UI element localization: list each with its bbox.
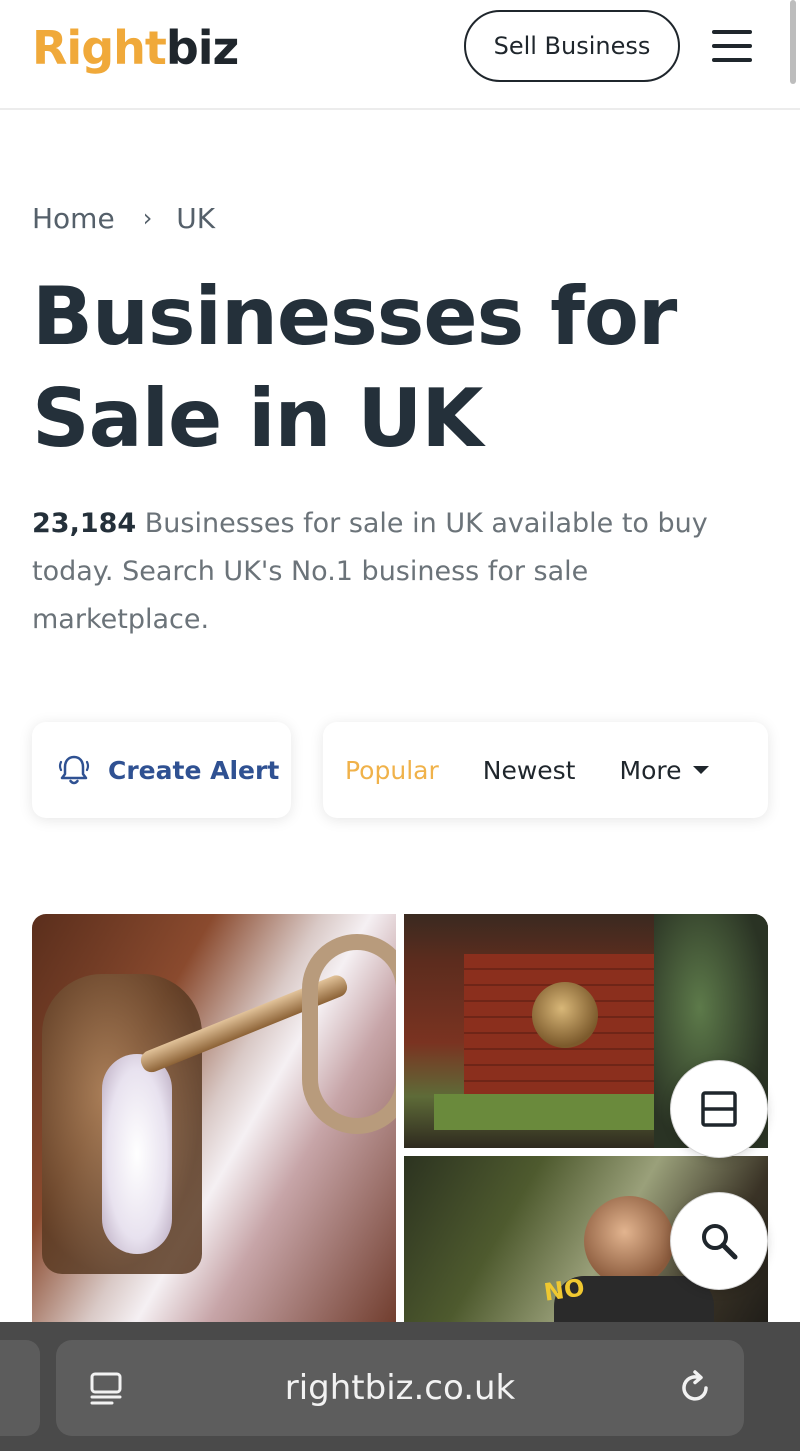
skull-plaque-shape — [532, 982, 598, 1048]
person-head-shape — [584, 1196, 674, 1286]
browser-toolbar: rightbiz.co.uk — [0, 1322, 800, 1451]
menu-bar-middle — [712, 44, 752, 48]
sort-more-dropdown[interactable]: More — [620, 756, 710, 785]
sort-tab-newest[interactable]: Newest — [483, 756, 576, 785]
search-button[interactable] — [670, 1192, 768, 1290]
scrollbar-thumb[interactable] — [790, 0, 796, 84]
url-text: rightbiz.co.uk — [284, 1368, 516, 1408]
sort-more-label: More — [619, 755, 682, 785]
layout-toggle-icon — [701, 1091, 737, 1127]
menu-bar-bottom — [712, 58, 752, 62]
key-bow-shape — [302, 934, 396, 1134]
search-icon — [702, 1224, 738, 1260]
address-bar[interactable]: rightbiz.co.uk — [56, 1340, 744, 1436]
listing-count: 23,184 — [32, 508, 137, 539]
breadcrumb-current[interactable]: UK — [176, 202, 215, 235]
sort-options: Popular Newest More — [323, 722, 768, 818]
hamburger-menu-icon[interactable] — [708, 24, 756, 68]
caret-down-icon — [693, 766, 710, 774]
page-description: 23,184 Businesses for sale in UK availab… — [32, 500, 752, 644]
layout-toggle-button[interactable] — [670, 1060, 768, 1158]
logo-biz-text: biz — [165, 21, 239, 75]
rightbiz-logo[interactable]: Rightbiz — [32, 20, 239, 76]
chevron-right-icon: › — [142, 204, 153, 232]
listing-image-gallery[interactable]: NO — [32, 914, 768, 1334]
sell-business-button[interactable]: Sell Business — [464, 10, 680, 82]
menu-bar-top — [712, 30, 752, 34]
page-title: Businesses for Sale in UK — [32, 270, 677, 465]
create-alert-button[interactable]: Create Alert — [32, 722, 291, 818]
keyhole-light-shape — [102, 1054, 172, 1254]
site-header: Rightbiz Sell Business — [0, 0, 800, 110]
breadcrumb: Home › UK — [32, 198, 215, 238]
previous-tab-edge[interactable] — [0, 1340, 40, 1436]
create-alert-label: Create Alert — [108, 755, 280, 785]
logo-right-text: Right — [32, 21, 167, 75]
sort-tab-popular[interactable]: Popular — [345, 756, 439, 785]
key-in-lock-image[interactable] — [32, 914, 396, 1334]
sign-text: NO — [542, 1273, 587, 1307]
reload-icon[interactable] — [676, 1368, 716, 1408]
breadcrumb-home-link[interactable]: Home — [32, 202, 115, 235]
bell-icon — [58, 755, 90, 785]
